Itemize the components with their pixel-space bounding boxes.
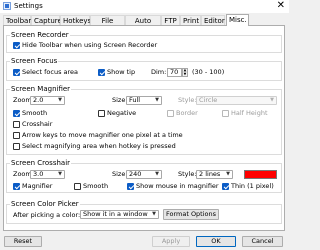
tab-auto-save[interactable]: Auto Save bbox=[125, 15, 161, 35]
screen-recorder-title: Screen Recorder bbox=[10, 31, 70, 39]
border-checkbox[interactable] bbox=[167, 110, 174, 117]
format-options-button[interactable]: Format Options bbox=[163, 209, 219, 220]
crosshair-style-select[interactable]: 2 lines ▼ bbox=[196, 170, 233, 179]
screen-color-picker-title: Screen Color Picker bbox=[10, 200, 80, 208]
tab-toolbar[interactable]: Toolbar bbox=[3, 15, 31, 25]
half-height-checkbox[interactable] bbox=[222, 110, 229, 117]
border-label: Border bbox=[176, 109, 198, 117]
negative-label: Negative bbox=[107, 109, 137, 117]
crosshair-style-label: Style: bbox=[178, 170, 197, 178]
reset-button[interactable]: Reset bbox=[4, 236, 42, 247]
crosshair-zoom-select[interactable]: 3.0 ▼ bbox=[30, 170, 65, 179]
show-mouse-checkbox[interactable] bbox=[127, 183, 134, 190]
crosshair-label: Crosshair bbox=[22, 120, 53, 128]
chevron-down-icon: ▼ bbox=[155, 97, 159, 103]
chevron-down-icon: ▼ bbox=[152, 211, 156, 217]
magnifier-smooth-checkbox[interactable] bbox=[13, 110, 20, 117]
tab-print[interactable]: Print bbox=[180, 15, 201, 25]
thin-label: Thin (1 pixel) bbox=[231, 182, 274, 190]
crosshair-size-select[interactable]: 240 ▼ bbox=[126, 170, 162, 179]
chevron-down-icon: ▼ bbox=[226, 171, 230, 177]
tab-file-name[interactable]: File Name bbox=[90, 15, 125, 35]
magnifier-zoom-select[interactable]: 2.0 ▼ bbox=[30, 96, 65, 105]
tab-editor[interactable]: Editor bbox=[201, 15, 225, 25]
magnifier-size-select[interactable]: Full ▼ bbox=[126, 96, 162, 105]
magnifier-style-label: Style: bbox=[178, 96, 197, 104]
tab-capture[interactable]: Capture bbox=[31, 15, 62, 25]
hide-toolbar-checkbox[interactable] bbox=[13, 42, 20, 49]
magnifier-style-select[interactable]: Circle ▼ bbox=[196, 96, 277, 105]
close-icon[interactable]: ✕ bbox=[277, 0, 285, 12]
crosshair-color-swatch[interactable] bbox=[244, 170, 277, 179]
screen-focus-title: Screen Focus bbox=[10, 57, 59, 65]
tab-hotkeys[interactable]: Hotkeys bbox=[60, 15, 91, 25]
chevron-down-icon: ▼ bbox=[270, 97, 274, 103]
select-focus-area-label: Select focus area bbox=[22, 68, 79, 76]
dim-spinner[interactable]: ▲ ▼ bbox=[182, 68, 188, 77]
dim-input[interactable]: 70 bbox=[167, 68, 182, 77]
chevron-down-icon: ▼ bbox=[155, 171, 159, 177]
crosshair-smooth-checkbox[interactable] bbox=[74, 183, 81, 190]
thin-checkbox[interactable] bbox=[222, 183, 229, 190]
window-title: Settings bbox=[14, 2, 43, 10]
arrow-keys-checkbox[interactable] bbox=[13, 132, 20, 139]
show-tip-checkbox[interactable] bbox=[98, 69, 105, 76]
select-magnifying-area-label: Select magnifying area when hotkey is pr… bbox=[22, 142, 176, 150]
negative-checkbox[interactable] bbox=[98, 110, 105, 117]
arrow-keys-label: Arrow keys to move magnifier one pixel a… bbox=[22, 131, 183, 139]
show-mouse-label: Show mouse in magnifier bbox=[136, 182, 219, 190]
crosshair-magnifier-checkbox[interactable] bbox=[13, 183, 20, 190]
apply-button[interactable]: Apply bbox=[152, 236, 190, 247]
cancel-button[interactable]: Cancel bbox=[242, 236, 283, 247]
tab-ftp[interactable]: FTP bbox=[161, 15, 180, 25]
chevron-down-icon: ▼ bbox=[58, 97, 62, 103]
screen-magnifier-title: Screen Magnifier bbox=[10, 85, 72, 93]
crosshair-smooth-label: Smooth bbox=[83, 182, 109, 190]
tab-misc[interactable]: Misc. bbox=[226, 14, 249, 26]
crosshair-checkbox[interactable] bbox=[13, 121, 20, 128]
half-height-label: Half Height bbox=[231, 109, 268, 117]
dim-range-label: (30 - 100) bbox=[192, 68, 225, 76]
select-magnifying-area-checkbox[interactable] bbox=[13, 143, 20, 150]
ok-button[interactable]: OK bbox=[196, 236, 236, 247]
title-bar: Settings ✕ bbox=[0, 0, 289, 13]
app-icon bbox=[3, 2, 11, 10]
select-focus-area-checkbox[interactable] bbox=[13, 69, 20, 76]
after-picking-label: After picking a color: bbox=[13, 211, 81, 219]
screen-crosshair-title: Screen Crosshair bbox=[10, 159, 72, 167]
after-picking-select[interactable]: Show it in a window ▼ bbox=[80, 210, 159, 219]
dim-label: Dim: bbox=[151, 68, 167, 76]
show-tip-label: Show tip bbox=[107, 68, 136, 76]
chevron-down-icon: ▼ bbox=[58, 171, 62, 177]
crosshair-magnifier-label: Magnifier bbox=[22, 182, 53, 190]
hide-toolbar-label: Hide Toolbar when using Screen Recorder bbox=[22, 41, 158, 49]
magnifier-smooth-label: Smooth bbox=[22, 109, 48, 117]
